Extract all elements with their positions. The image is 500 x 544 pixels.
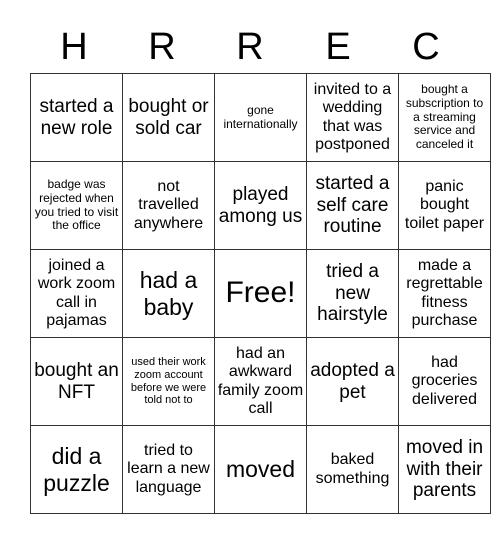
header-letter: R: [236, 26, 264, 68]
bingo-cell[interactable]: used their work zoom account before we w…: [122, 337, 215, 426]
grid-row: badge was rejected when you tried to vis…: [30, 161, 491, 250]
bingo-cell[interactable]: moved in with their parents: [398, 425, 491, 514]
bingo-cell[interactable]: adopted a pet: [306, 337, 399, 426]
bingo-cell[interactable]: bought or sold car: [122, 73, 215, 162]
bingo-cell[interactable]: joined a work zoom call in pajamas: [30, 249, 123, 338]
grid-row: did a puzzle tried to learn a new langua…: [30, 425, 491, 514]
bingo-cell[interactable]: made a regrettable fitness purchase: [398, 249, 491, 338]
bingo-cell[interactable]: started a new role: [30, 73, 123, 162]
grid-row: bought an NFT used their work zoom accou…: [30, 337, 491, 426]
header-letter: C: [412, 26, 440, 68]
bingo-cell[interactable]: tried to learn a new language: [122, 425, 215, 514]
header-letter: E: [325, 26, 351, 68]
bingo-cell[interactable]: had an awkward family zoom call: [214, 337, 307, 426]
bingo-cell[interactable]: panic bought toilet paper: [398, 161, 491, 250]
bingo-cell[interactable]: did a puzzle: [30, 425, 123, 514]
bingo-cell[interactable]: started a self care routine: [306, 161, 399, 250]
grid-row: joined a work zoom call in pajamas had a…: [30, 249, 491, 338]
bingo-cell[interactable]: bought an NFT: [30, 337, 123, 426]
free-cell[interactable]: Free!: [214, 249, 307, 338]
header-letter: R: [148, 26, 176, 68]
bingo-cell[interactable]: had a baby: [122, 249, 215, 338]
bingo-cell[interactable]: gone internationally: [214, 73, 307, 162]
bingo-cell[interactable]: tried a new hairstyle: [306, 249, 399, 338]
bingo-header: H R R E C: [30, 22, 470, 72]
grid-row: started a new role bought or sold car go…: [30, 73, 491, 162]
header-letter: H: [60, 26, 88, 68]
bingo-cell[interactable]: played among us: [214, 161, 307, 250]
bingo-cell[interactable]: baked something: [306, 425, 399, 514]
bingo-grid: started a new role bought or sold car go…: [30, 73, 491, 514]
bingo-cell[interactable]: bought a subscription to a streaming ser…: [398, 73, 491, 162]
bingo-cell[interactable]: invited to a wedding that was postponed: [306, 73, 399, 162]
bingo-cell[interactable]: not travelled anywhere: [122, 161, 215, 250]
bingo-cell[interactable]: badge was rejected when you tried to vis…: [30, 161, 123, 250]
bingo-cell[interactable]: moved: [214, 425, 307, 514]
bingo-cell[interactable]: had groceries delivered: [398, 337, 491, 426]
